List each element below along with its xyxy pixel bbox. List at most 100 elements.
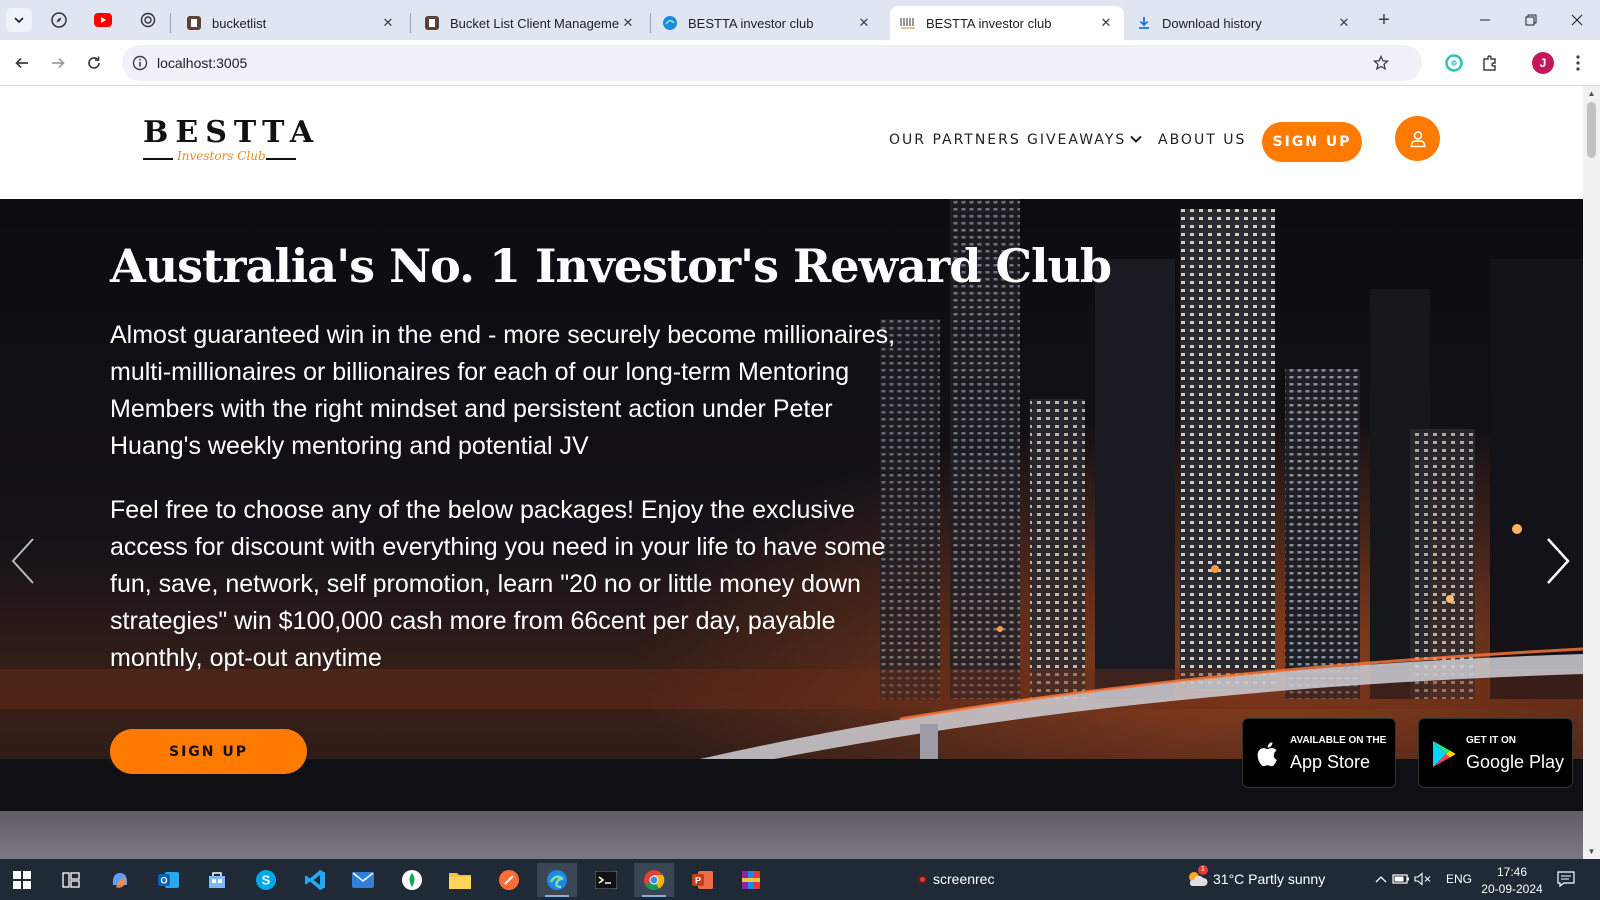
battery-icon[interactable] [1392,870,1410,888]
bestta-logo[interactable]: BESTTA Investors Club [143,118,313,168]
pinned-tab-youtube[interactable] [89,8,117,32]
taskbar-postman[interactable] [489,863,529,897]
browser-menu-button[interactable] [1564,49,1592,77]
tab-bestta-investor-club[interactable]: BESTTA investor club ✕ [652,6,882,40]
minimize-button[interactable] [1462,0,1508,40]
task-view-button[interactable] [51,863,91,897]
taskbar-mail[interactable] [343,863,383,897]
nav-giveaways[interactable]: GIVEAWAYS [1027,132,1142,148]
taskbar-vscode[interactable] [295,863,335,897]
close-tab-icon[interactable]: ✕ [1336,15,1352,31]
tab-title: Download history [1162,15,1262,31]
scroll-down-arrow-icon[interactable]: ▼ [1583,844,1600,859]
bucketlist-favicon-icon [424,15,440,31]
address-bar[interactable]: localhost:3005 [122,45,1422,81]
close-tab-icon[interactable]: ✕ [380,15,396,31]
tab-bestta-investor-club-active[interactable]: BESTTA investor club ✕ [890,6,1124,40]
nav-our-partners[interactable]: OUR PARTNERS [889,132,1021,148]
page-scrollbar[interactable]: ▲ ▼ [1583,86,1600,859]
scroll-thumb[interactable] [1587,102,1596,158]
extensions-menu-button[interactable] [1476,49,1504,77]
pinned-tab-chatgpt[interactable] [134,8,162,32]
back-button[interactable] [8,49,36,77]
close-window-button[interactable] [1554,0,1600,40]
profile-avatar[interactable]: J [1532,52,1554,74]
screenrec-indicator[interactable]: screenrec [918,871,994,887]
taskbar-edge[interactable] [537,863,577,897]
hero-paragraph-1: Almost guaranteed win in the end - more … [110,321,896,460]
tab-download-history[interactable]: Download history ✕ [1126,6,1362,40]
youtube-icon [94,13,112,27]
close-tab-icon[interactable]: ✕ [1098,15,1114,31]
tab-bucketlist[interactable]: bucketlist ✕ [176,6,406,40]
hero-paragraph-2: Feel free to choose any of the below pac… [110,496,886,672]
weather-text[interactable]: 31°C Partly sunny [1213,871,1325,887]
taskbar-chrome[interactable] [634,863,674,897]
google-play-badge[interactable]: GET IT ON Google Play [1418,718,1573,788]
chevron-left-icon [11,538,34,584]
close-tab-icon[interactable]: ✕ [856,15,872,31]
tab-search-button[interactable] [6,8,32,32]
taskbar-app-leaf[interactable] [392,863,432,897]
extension-button[interactable] [1440,49,1468,77]
input-language[interactable]: ENG [1446,872,1472,886]
tab-title: bucketlist [212,15,267,31]
url-text[interactable]: localhost:3005 [157,55,247,71]
bucketlist-favicon-icon [186,15,202,31]
grammarly-extension-icon [1445,54,1463,72]
app-store-badge[interactable]: AVAILABLE ON THE App Store [1242,718,1396,788]
account-button[interactable] [1395,116,1440,161]
scroll-up-arrow-icon[interactable]: ▲ [1583,86,1600,101]
carousel-prev-button[interactable] [5,534,41,588]
google-play-icon [1433,741,1456,767]
notifications-icon[interactable] [1556,870,1576,888]
screenrec-label: screenrec [933,871,995,887]
svg-text:O: O [160,876,167,886]
taskbar-powerpoint[interactable]: P [683,863,723,897]
site-header: BESTTA Investors Club OUR PARTNERS GIVEA… [0,86,1583,199]
new-tab-button[interactable]: + [1372,8,1396,32]
task-view-icon [62,872,80,888]
logo-tagline: Investors Club [177,149,266,163]
leaf-app-icon [402,870,422,890]
header-signup-button[interactable]: SIGN UP [1262,122,1362,162]
tab-title: BESTTA investor club [926,15,1052,31]
close-tab-icon[interactable]: ✕ [620,15,636,31]
web-page: BESTTA Investors Club OUR PARTNERS GIVEA… [0,86,1583,859]
winrar-icon [742,871,760,889]
tab-bucket-list-client-management[interactable]: Bucket List Client Management ✕ [414,6,646,40]
taskbar-terminal[interactable] [586,863,626,897]
taskbar-copilot[interactable] [100,863,140,897]
taskbar-winrar[interactable] [731,863,771,897]
start-button[interactable] [2,863,42,897]
hero-banner: Australia's No. 1 Investor's Reward Club… [0,199,1583,811]
restore-icon [1525,14,1537,26]
taskbar-file-explorer[interactable] [440,863,480,897]
record-icon [918,874,927,884]
windows-taskbar: O S P screenrec 1 31°C Partly sunny ENG … [0,859,1600,900]
reload-icon [88,56,100,69]
reload-button[interactable] [80,49,108,77]
carousel-next-button[interactable] [1540,534,1576,588]
system-clock[interactable]: 17:46 20-09-2024 [1480,864,1544,898]
volume-muted-icon[interactable] [1414,870,1432,888]
taskbar-store[interactable] [197,863,237,897]
store-icon [209,872,225,888]
logo-rule [266,158,296,160]
vscode-icon [305,870,325,890]
bookmark-star-icon[interactable] [1370,52,1392,74]
show-hidden-icons-icon[interactable] [1372,870,1390,888]
hero-signup-button[interactable]: SIGN UP [110,729,307,774]
google-play-small-text: GET IT ON [1466,735,1516,746]
edge-icon [547,870,567,890]
restore-button[interactable] [1508,0,1554,40]
nav-about-us[interactable]: ABOUT US [1158,132,1246,148]
forward-button[interactable] [44,49,72,77]
puzzle-icon [1483,55,1496,71]
chevron-down-icon [14,17,24,24]
taskbar-skype[interactable]: S [246,863,286,897]
pinned-tab-compass[interactable] [45,8,73,32]
site-info-icon[interactable] [130,53,150,73]
taskbar-outlook[interactable]: O [149,863,189,897]
user-icon [1410,130,1425,147]
